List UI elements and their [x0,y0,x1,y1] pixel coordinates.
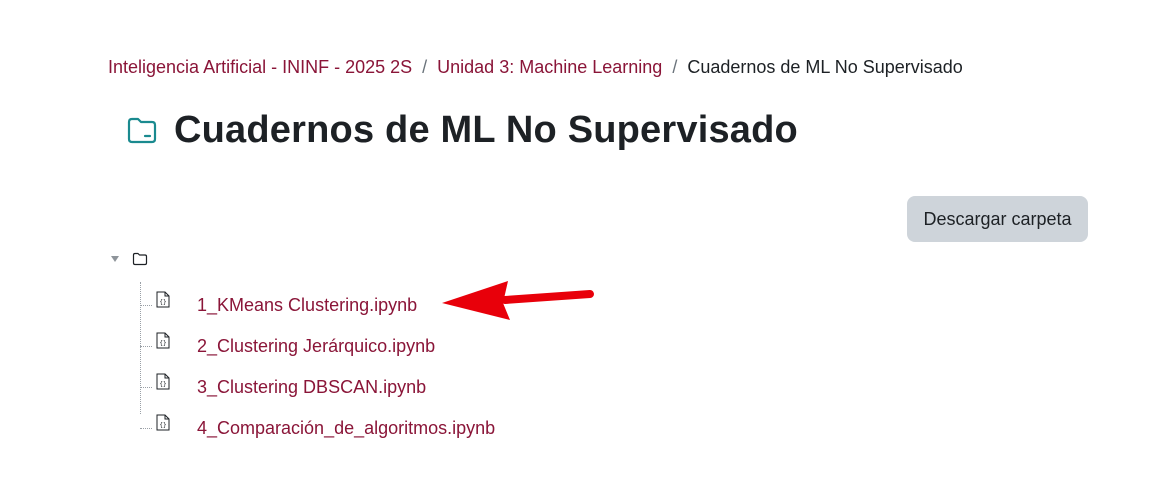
tree-connector [140,345,152,347]
code-file-icon: {} [156,291,170,308]
page-header: Cuadernos de ML No Supervisado [126,108,798,152]
list-item: {} 3_Clustering DBSCAN.ipynb [140,373,426,398]
file-link[interactable]: 2_Clustering Jerárquico.ipynb [197,335,435,357]
svg-text:{}: {} [159,299,166,306]
breadcrumb-item-unit[interactable]: Unidad 3: Machine Learning [437,56,662,78]
breadcrumb-separator: / [422,57,428,77]
tree-connector [140,386,152,388]
svg-text:{}: {} [159,422,166,429]
breadcrumb-item-course[interactable]: Inteligencia Artificial - ININF - 2025 2… [108,56,412,78]
code-file-icon: {} [156,414,170,431]
download-folder-button[interactable]: Descargar carpeta [907,196,1088,242]
folder-tree-root[interactable] [108,252,148,266]
file-link[interactable]: 1_KMeans Clustering.ipynb [197,294,417,316]
breadcrumb-item-current: Cuadernos de ML No Supervisado [687,57,963,77]
list-item: {} 1_KMeans Clustering.ipynb [140,291,417,316]
tree-connector [140,427,152,429]
breadcrumb-separator: / [672,57,678,77]
file-link[interactable]: 4_Comparación_de_algoritmos.ipynb [197,417,495,439]
tree-connector [140,304,152,306]
page: Inteligencia Artificial - ININF - 2025 2… [0,0,1158,483]
list-item: {} 4_Comparación_de_algoritmos.ipynb [140,414,495,439]
page-title: Cuadernos de ML No Supervisado [174,109,798,151]
folder-icon [126,116,158,144]
code-file-icon: {} [156,373,170,390]
file-link[interactable]: 3_Clustering DBSCAN.ipynb [197,376,426,398]
code-file-icon: {} [156,332,170,349]
svg-text:{}: {} [159,340,166,347]
list-item: {} 2_Clustering Jerárquico.ipynb [140,332,435,357]
folder-icon [132,252,148,266]
breadcrumb: Inteligencia Artificial - ININF - 2025 2… [108,56,963,78]
svg-text:{}: {} [159,381,166,388]
caret-down-icon[interactable] [108,252,122,266]
